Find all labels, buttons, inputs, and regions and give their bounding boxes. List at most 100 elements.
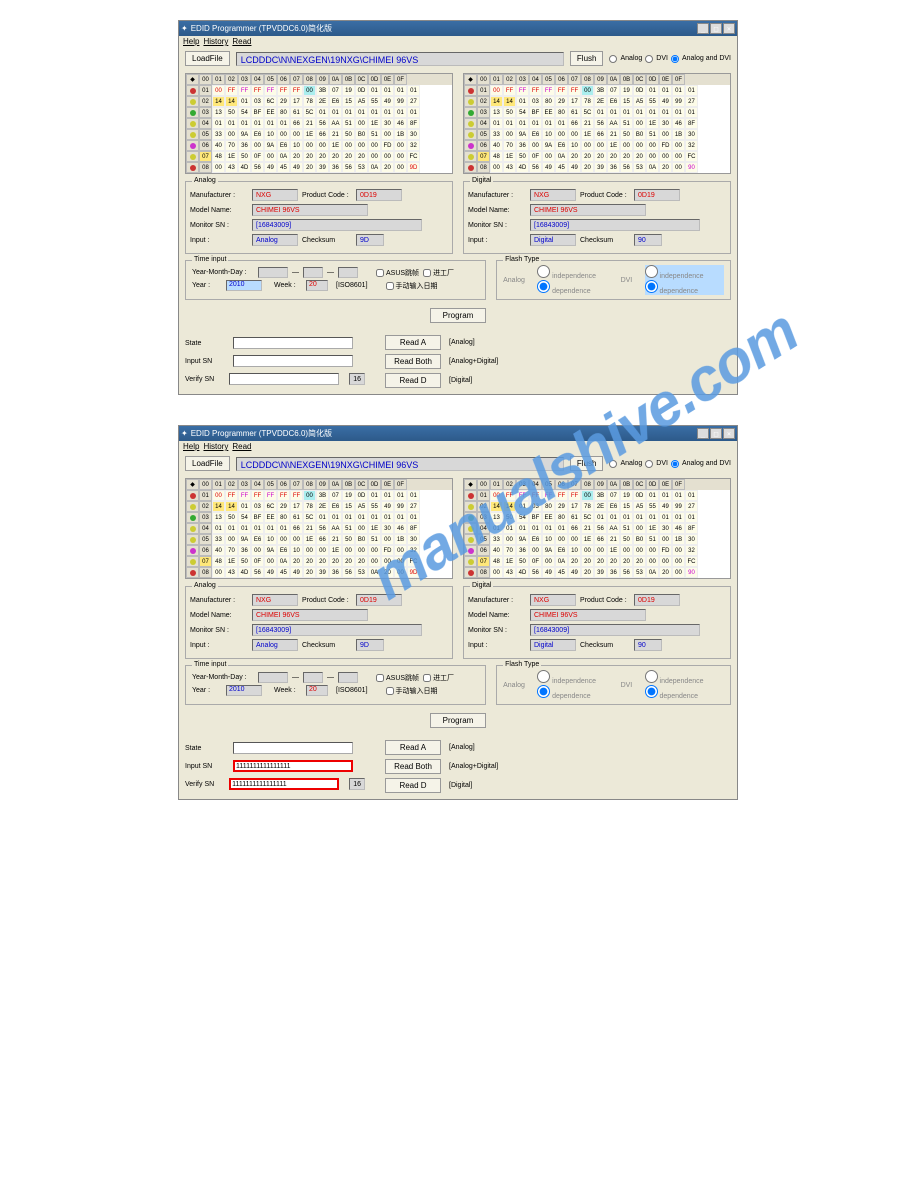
corner-icon: ◆	[186, 74, 199, 85]
mode-radios: Analog DVI Analog and DVI	[609, 55, 731, 63]
ft-dep-lbl: dependence	[660, 288, 699, 295]
hex-digital: ◆000102030405060708090A0B0C0D0E0F 0100FF…	[463, 478, 731, 579]
ft-dep-lbl: dependence	[552, 288, 591, 295]
verifysn-lbl: Verify SN	[185, 376, 225, 383]
ft-dvi-lbl: DVI	[621, 277, 641, 284]
readboth-btn[interactable]: Read Both	[385, 354, 441, 369]
path-field: LCDDDC\N\NEXGEN\19NXG\CHIMEI 96VS	[236, 457, 564, 471]
ck-manual-lbl: 手动输入日期	[396, 281, 438, 291]
inputsn-input[interactable]	[233, 355, 353, 367]
menu-history[interactable]: History	[203, 442, 228, 451]
inputsn-input[interactable]	[233, 760, 353, 772]
edid-window-1: ✦ EDID Programmer (TPVDDC6.0)简化版 _ □ × H…	[178, 20, 738, 395]
ft-ind-lbl: independence	[660, 273, 704, 280]
time-panel: Time input Year-Month-Day : — — ASUS跳帧 进…	[185, 260, 486, 300]
pcode-val: 0D19	[634, 189, 680, 201]
minimize-btn[interactable]: _	[697, 23, 709, 34]
week-lbl: Week :	[274, 282, 302, 289]
maximize-btn[interactable]: □	[710, 23, 722, 34]
year-val[interactable]: 2010	[226, 280, 262, 291]
ymd-y[interactable]	[258, 267, 288, 278]
ck-factory-lbl: 进工厂	[433, 268, 454, 278]
radio-both[interactable]	[671, 460, 679, 468]
ft-d-dep[interactable]	[645, 280, 658, 293]
ymd-d[interactable]	[338, 267, 358, 278]
radio-both[interactable]	[671, 55, 679, 63]
menu-help[interactable]: Help	[183, 37, 199, 46]
pcode-lbl: Product Code :	[580, 192, 630, 199]
menu-read[interactable]: Read	[232, 37, 251, 46]
loadfile-btn[interactable]: LoadFile	[185, 456, 230, 471]
menu-help[interactable]: Help	[183, 442, 199, 451]
ck-factory[interactable]	[423, 269, 431, 277]
year-lbl: Year :	[192, 282, 222, 289]
iso-lbl: [ISO8601]	[336, 282, 368, 289]
flush-btn[interactable]: Flush	[570, 456, 604, 471]
ft-d-ind[interactable]	[645, 265, 658, 278]
readboth-btn[interactable]: Read Both	[385, 759, 441, 774]
cksum-val: 9D	[356, 234, 384, 246]
title-text: ✦ EDID Programmer (TPVDDC6.0)简化版	[181, 23, 332, 34]
hex-analog: ◆000102030405060708090A0B0C0D0E0F 0100FF…	[185, 73, 453, 174]
week-val[interactable]: 20	[306, 280, 328, 291]
menu-history[interactable]: History	[203, 37, 228, 46]
minimize-btn[interactable]: _	[697, 428, 709, 439]
panel-label: Time input	[192, 256, 228, 263]
readd-btn[interactable]: Read D	[385, 778, 441, 793]
reada-btn[interactable]: Read A	[385, 335, 441, 350]
radio-both-lbl: Analog and DVI	[682, 55, 731, 62]
program-btn[interactable]: Program	[430, 308, 486, 323]
time-wrap: Time input Year-Month-Day : — — ASUS跳帧 进…	[179, 258, 737, 302]
radio-dvi[interactable]	[645, 55, 653, 63]
input-lbl: Input :	[190, 237, 248, 244]
state-input[interactable]	[233, 742, 353, 754]
verifysn-input[interactable]	[229, 373, 339, 385]
menubar: Help History Read	[179, 36, 737, 47]
loadfile-btn[interactable]: LoadFile	[185, 51, 230, 66]
readboth-lbl: [Analog+Digital]	[449, 358, 498, 365]
ck-manual[interactable]	[386, 282, 394, 290]
panel-label: Digital	[470, 177, 493, 184]
hex-digital: ◆000102030405060708090A0B0C0D0E0F 0100FF…	[463, 73, 731, 174]
program-btn[interactable]: Program	[430, 713, 486, 728]
cksum-val: 90	[634, 234, 662, 246]
title-label: EDID Programmer (TPVDDC6.0)简化版	[191, 23, 332, 34]
pcode-lbl: Product Code :	[302, 192, 352, 199]
toolbar: LoadFile LCDDDC\N\NEXGEN\19NXG\CHIMEI 96…	[179, 47, 737, 70]
reada-btn[interactable]: Read A	[385, 740, 441, 755]
ft-a-dep[interactable]	[537, 280, 550, 293]
readd-btn[interactable]: Read D	[385, 373, 441, 388]
edid-window-2: ✦EDID Programmer (TPVDDC6.0)简化版_□× HelpH…	[178, 425, 738, 800]
maximize-btn[interactable]: □	[710, 428, 722, 439]
close-btn[interactable]: ×	[723, 428, 735, 439]
digital-panel: Digital Manufacturer :NXGProduct Code :0…	[463, 181, 731, 254]
menu-read[interactable]: Read	[232, 442, 251, 451]
ck-asus[interactable]	[376, 269, 384, 277]
sn-lbl: Monitor SN :	[190, 222, 248, 229]
radio-dvi[interactable]	[645, 460, 653, 468]
flash-panel: Flash Type Analog independence dependenc…	[496, 260, 731, 300]
sn-len: 16	[349, 373, 365, 385]
radio-analog[interactable]	[609, 460, 617, 468]
flush-btn[interactable]: Flush	[570, 51, 604, 66]
close-btn[interactable]: ×	[723, 23, 735, 34]
path-field: LCDDDC\N\NEXGEN\19NXG\CHIMEI 96VS	[236, 52, 564, 66]
mfr-lbl: Manufacturer :	[468, 192, 526, 199]
radio-analog-lbl: Analog	[620, 55, 642, 62]
program-row: Program	[179, 302, 737, 329]
model-lbl: Model Name:	[468, 207, 526, 214]
input-val: Analog	[252, 234, 298, 246]
model-val: CHIMEI 96VS	[252, 204, 368, 216]
ft-ind-lbl: independence	[552, 273, 596, 280]
ymd-lbl: Year-Month-Day :	[192, 269, 254, 276]
ymd-m[interactable]	[303, 267, 323, 278]
state-input[interactable]	[233, 337, 353, 349]
model-lbl: Model Name:	[190, 207, 248, 214]
radio-analog[interactable]	[609, 55, 617, 63]
inputsn-lbl: Input SN	[185, 358, 229, 365]
model-val: CHIMEI 96VS	[530, 204, 646, 216]
state-lbl: State	[185, 340, 229, 347]
input-lbl: Input :	[468, 237, 526, 244]
ft-a-ind[interactable]	[537, 265, 550, 278]
verifysn-input[interactable]	[229, 778, 339, 790]
